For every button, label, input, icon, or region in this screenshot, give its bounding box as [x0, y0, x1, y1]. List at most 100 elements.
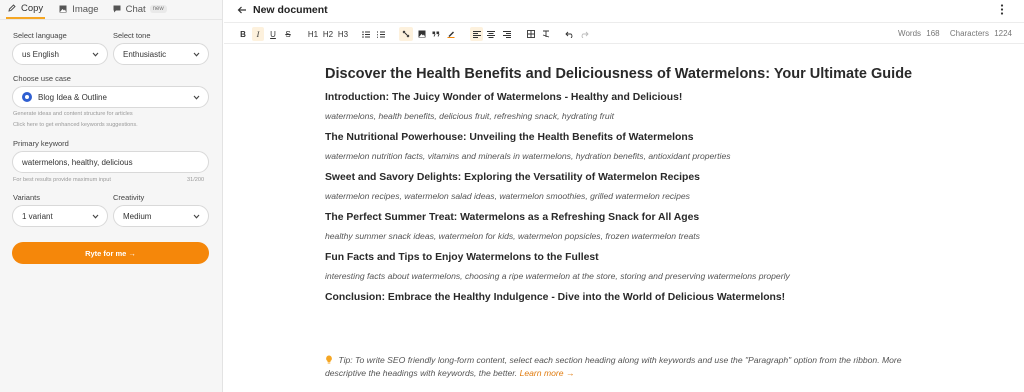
chevron-down-icon: [193, 95, 200, 100]
seo-tip: Tip: To write SEO friendly long-form con…: [325, 354, 920, 380]
learn-more-link[interactable]: Learn more →: [520, 368, 575, 378]
tab-image[interactable]: Image: [59, 0, 99, 19]
variants-label: Variants: [13, 193, 40, 202]
clear-format-icon: [542, 30, 550, 38]
align-right-icon: [503, 30, 511, 38]
more-vertical-icon[interactable]: [1000, 4, 1004, 15]
highlighter-icon: [447, 31, 455, 38]
section-keywords[interactable]: watermelons, health benefits, delicious …: [325, 110, 925, 122]
words-label: Words: [898, 29, 922, 38]
tab-copy-label: Copy: [21, 2, 44, 14]
keyword-hint: For best results provide maximum input: [13, 177, 111, 183]
redo-icon: [581, 31, 589, 38]
tab-copy[interactable]: Copy: [6, 0, 46, 19]
ryte-for-me-button[interactable]: Ryte for me →: [12, 242, 209, 264]
editor-topbar: New document: [224, 0, 1024, 20]
italic-button[interactable]: I: [252, 27, 264, 41]
language-select[interactable]: us English: [12, 43, 108, 65]
underline-button[interactable]: U: [268, 27, 278, 41]
keyword-char-count: 31/200: [187, 177, 205, 183]
tab-image-label: Image: [72, 3, 99, 15]
align-left-icon: [472, 30, 481, 38]
creativity-label: Creativity: [113, 193, 145, 202]
image-icon: [59, 5, 67, 13]
redo-button[interactable]: [579, 27, 589, 41]
tab-chat-label: Chat: [125, 3, 146, 15]
section-keywords[interactable]: interesting facts about watermelons, cho…: [325, 270, 925, 282]
heading1-button[interactable]: H1: [306, 27, 320, 41]
document-body[interactable]: Discover the Health Benefits and Delicio…: [325, 64, 925, 305]
undo-button[interactable]: [564, 27, 574, 41]
section-keywords[interactable]: watermelon nutrition facts, vitamins and…: [325, 150, 925, 162]
section-heading[interactable]: Introduction: The Juicy Wonder of Waterm…: [325, 91, 925, 105]
creativity-select[interactable]: Medium: [113, 205, 209, 227]
use-case-hint: Generate ideas and content structure for…: [13, 111, 133, 117]
align-right-button[interactable]: [502, 27, 512, 41]
formatting-toolbar: B I U S H1 H2 H3 Words 168 Characters 12…: [224, 22, 1024, 44]
language-value: us English: [22, 49, 59, 59]
variants-value: 1 variant: [22, 211, 53, 221]
chevron-down-icon: [92, 214, 99, 219]
unlink-icon: [402, 30, 410, 38]
back-arrow-icon[interactable]: [237, 5, 247, 15]
section-heading[interactable]: The Nutritional Powerhouse: Unveiling th…: [325, 131, 925, 145]
chat-icon: [113, 5, 121, 13]
quote-button[interactable]: [431, 27, 441, 41]
bullet-list-button[interactable]: [361, 27, 371, 41]
chars-label: Characters: [949, 29, 989, 38]
align-left-button[interactable]: [470, 27, 483, 41]
chars-value: 1224: [994, 29, 1012, 38]
document-title[interactable]: New document: [253, 4, 328, 16]
align-center-button[interactable]: [486, 27, 496, 41]
use-case-select[interactable]: Blog Idea & Outline: [12, 86, 209, 108]
app-root: Copy Image Chat new Select language Sele…: [0, 0, 1024, 392]
tone-select[interactable]: Enthusiastic: [113, 43, 209, 65]
creativity-value: Medium: [123, 211, 152, 221]
tip-text: Tip: To write SEO friendly long-form con…: [325, 355, 902, 378]
table-button[interactable]: [526, 27, 536, 41]
numbered-list-button[interactable]: [376, 27, 386, 41]
table-icon: [527, 30, 535, 38]
keyword-label: Primary keyword: [13, 139, 69, 148]
keyword-input[interactable]: watermelons, healthy, delicious: [12, 151, 209, 173]
heading2-button[interactable]: H2: [321, 27, 335, 41]
undo-icon: [564, 31, 572, 38]
unlink-button[interactable]: [399, 27, 413, 41]
section-heading[interactable]: The Perfect Summer Treat: Watermelons as…: [325, 211, 925, 225]
image-icon: [418, 30, 426, 38]
words-value: 168: [926, 29, 940, 38]
section-heading[interactable]: Sweet and Savory Delights: Exploring the…: [325, 171, 925, 185]
tone-value: Enthusiastic: [123, 49, 167, 59]
word-char-counter: Words 168 Characters 1224: [895, 29, 1012, 38]
document-heading[interactable]: Discover the Health Benefits and Delicio…: [325, 64, 925, 84]
quote-icon: [432, 31, 440, 37]
lightbulb-icon: [326, 355, 332, 364]
tone-label: Select tone: [113, 31, 151, 40]
section-keywords[interactable]: watermelon recipes, watermelon salad ide…: [325, 190, 925, 202]
keyword-value: watermelons, healthy, delicious: [22, 157, 133, 167]
bullet-list-icon: [362, 30, 370, 38]
bold-button[interactable]: B: [238, 27, 248, 41]
use-case-value: Blog Idea & Outline: [38, 92, 107, 102]
chevron-down-icon: [193, 52, 200, 57]
language-label: Select language: [13, 31, 67, 40]
panel-tabs: Copy Image Chat new: [0, 0, 222, 20]
clear-format-button[interactable]: [541, 27, 551, 41]
use-case-icon: [22, 92, 32, 102]
highlight-button[interactable]: [446, 27, 456, 41]
align-center-icon: [487, 30, 495, 38]
variants-select[interactable]: 1 variant: [12, 205, 108, 227]
new-badge: new: [149, 5, 167, 13]
numbered-list-icon: [377, 30, 385, 38]
strikethrough-button[interactable]: S: [283, 27, 293, 41]
chevron-down-icon: [92, 52, 99, 57]
insert-image-button[interactable]: [417, 27, 427, 41]
use-case-label: Choose use case: [13, 74, 71, 83]
section-heading[interactable]: Conclusion: Embrace the Healthy Indulgen…: [325, 291, 925, 305]
chevron-down-icon: [193, 214, 200, 219]
keywords-suggestion-link[interactable]: Click here to get enhanced keywords sugg…: [13, 122, 138, 128]
section-heading[interactable]: Fun Facts and Tips to Enjoy Watermelons …: [325, 251, 925, 265]
section-keywords[interactable]: healthy summer snack ideas, watermelon f…: [325, 230, 925, 242]
heading3-button[interactable]: H3: [336, 27, 350, 41]
tab-chat[interactable]: Chat new: [113, 0, 167, 19]
